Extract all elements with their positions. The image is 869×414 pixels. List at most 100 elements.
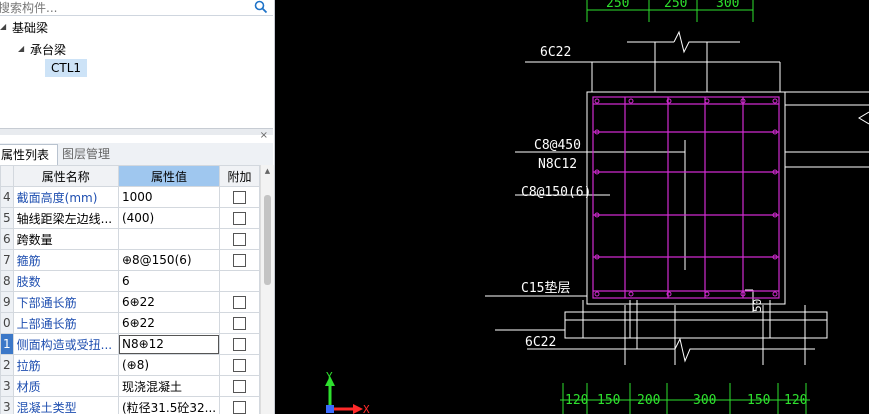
property-grid: 属性名称 属性值 附加 4 截面高度(mm) 1000 5 轴线距梁左边线... (400…: [0, 165, 260, 414]
extra-cell: [219, 354, 260, 376]
property-name: 箍筋: [12, 249, 119, 271]
row-number: 6: [0, 228, 14, 250]
row-number: 1: [0, 333, 14, 355]
row-number: 8: [0, 270, 14, 292]
row-number: 3: [0, 396, 14, 414]
extra-checkbox[interactable]: [233, 317, 247, 330]
beam-section-drawing: 250 250 300 6C22 C8@450 N8C12 C8@150(6) …: [325, 0, 869, 414]
tree-node-ctl1[interactable]: CTL1: [45, 59, 88, 77]
extra-checkbox[interactable]: [233, 233, 247, 246]
extra-cell: [219, 249, 260, 271]
cad-drawing-canvas[interactable]: 250 250 300 6C22 C8@450 N8C12 C8@150(6) …: [275, 0, 869, 414]
table-row[interactable]: 0 上部通长筋 6⊕22: [0, 312, 260, 334]
table-row[interactable]: 1 侧面构造或受扭... N8⊕12: [0, 333, 260, 355]
header-extra[interactable]: 附加: [219, 165, 260, 187]
property-value[interactable]: (⊕8): [117, 354, 221, 376]
property-name: 拉筋: [12, 354, 119, 376]
tree-node-foundation-beam[interactable]: 基础梁: [12, 19, 48, 36]
label-cover: 50: [751, 299, 764, 312]
extra-checkbox[interactable]: [233, 212, 247, 225]
table-row[interactable]: 5 轴线距梁左边线... (400): [0, 207, 260, 229]
extra-checkbox[interactable]: [233, 359, 247, 372]
property-value[interactable]: 6⊕22: [117, 312, 221, 334]
extra-cell: [219, 312, 260, 334]
panel-tabs: 属性列表 图层管理: [0, 143, 273, 166]
label-stirrup-150: C8@150(6): [521, 185, 591, 200]
dim-top-2: 300: [716, 0, 739, 11]
rebar-dots: [594, 98, 778, 297]
dim-bottom-0: 120: [565, 393, 588, 408]
rebar-cage: [592, 96, 780, 299]
collapse-arrow-icon[interactable]: ◢: [18, 44, 28, 54]
tree-node-cap-beam[interactable]: 承台梁: [30, 41, 66, 58]
property-value[interactable]: 1000: [117, 186, 221, 208]
dim-bottom-5: 120: [784, 393, 807, 408]
property-value[interactable]: [117, 228, 221, 250]
label-bottom-rebar: 6C22: [525, 335, 556, 350]
dim-top-1: 250: [664, 0, 687, 11]
property-name: 轴线距梁左边线...: [12, 207, 119, 229]
extra-checkbox[interactable]: [233, 296, 247, 309]
extra-cell: [219, 270, 260, 292]
extra-cell: [219, 186, 260, 208]
property-value[interactable]: N8⊕12: [117, 333, 221, 355]
table-row[interactable]: 4 截面高度(mm) 1000: [0, 186, 260, 208]
tab-properties[interactable]: 属性列表: [0, 144, 59, 165]
property-name: 侧面构造或受扭...: [12, 333, 119, 355]
tab-layers[interactable]: 图层管理: [54, 144, 118, 164]
property-name: 混凝土类型: [12, 396, 119, 414]
table-row[interactable]: 9 下部通长筋 6⊕22: [0, 291, 260, 313]
top-dimension-texts: 250 250 300: [606, 0, 739, 11]
vertical-scrollbar[interactable]: ▲: [260, 165, 274, 414]
table-row[interactable]: 6 跨数量: [0, 228, 260, 250]
component-tree: ◢ 基础梁 ◢ 承台梁 CTL1: [0, 16, 273, 128]
table-row[interactable]: 7 箍筋 ⊕8@150(6): [0, 249, 260, 271]
ucs-axis-icon: Y X: [325, 370, 370, 414]
scroll-up-icon[interactable]: ▲: [261, 165, 274, 177]
table-row[interactable]: 8 肢数 6: [0, 270, 260, 292]
property-value[interactable]: 现浇混凝土: [117, 375, 221, 397]
extra-cell: [219, 375, 260, 397]
property-value[interactable]: ⊕8@150(6): [117, 249, 221, 271]
row-number: 3: [0, 375, 14, 397]
extra-cell: [219, 291, 260, 313]
property-value[interactable]: 6: [117, 270, 221, 292]
label-stirrup-450: C8@450: [534, 138, 581, 153]
table-row[interactable]: 3 混凝土类型 (粒径31.5砼32...: [0, 396, 260, 414]
panel-divider[interactable]: [0, 128, 273, 135]
property-name: 上部通长筋: [12, 312, 119, 334]
property-value[interactable]: (400): [117, 207, 221, 229]
collapse-arrow-icon[interactable]: ◢: [0, 22, 10, 32]
dim-bottom-1: 150: [597, 393, 620, 408]
header-num: [0, 165, 14, 187]
property-name: 截面高度(mm): [12, 186, 119, 208]
extra-checkbox[interactable]: [233, 401, 247, 414]
property-name: 跨数量: [12, 228, 119, 250]
axis-x-label: X: [363, 403, 370, 414]
property-name: 肢数: [12, 270, 119, 292]
row-number: 9: [0, 291, 14, 313]
search-bar[interactable]: 搜索构件...: [0, 0, 273, 16]
extra-checkbox[interactable]: [233, 338, 247, 351]
extra-cell: [219, 333, 260, 355]
table-row[interactable]: 3 材质 现浇混凝土: [0, 375, 260, 397]
table-row[interactable]: 2 拉筋 (⊕8): [0, 354, 260, 376]
close-icon[interactable]: ×: [260, 131, 268, 141]
label-side-bars: N8C12: [538, 157, 577, 172]
row-number: 5: [0, 207, 14, 229]
search-input[interactable]: 搜索构件...: [0, 0, 57, 16]
extra-checkbox[interactable]: [233, 380, 247, 393]
search-icon[interactable]: [253, 0, 269, 15]
property-value[interactable]: (粒径31.5砼32...: [117, 396, 221, 414]
row-number: 2: [0, 354, 14, 376]
dim-bottom-4: 150: [747, 393, 770, 408]
extra-checkbox[interactable]: [233, 191, 247, 204]
dim-bottom-3: 300: [693, 393, 716, 408]
header-value[interactable]: 属性值: [117, 165, 221, 187]
scroll-thumb[interactable]: [264, 195, 271, 285]
axis-y-label: Y: [326, 370, 333, 383]
header-name[interactable]: 属性名称: [12, 165, 119, 187]
extra-checkbox[interactable]: [233, 254, 247, 267]
dim-bottom-2: 200: [637, 393, 660, 408]
property-value[interactable]: 6⊕22: [117, 291, 221, 313]
